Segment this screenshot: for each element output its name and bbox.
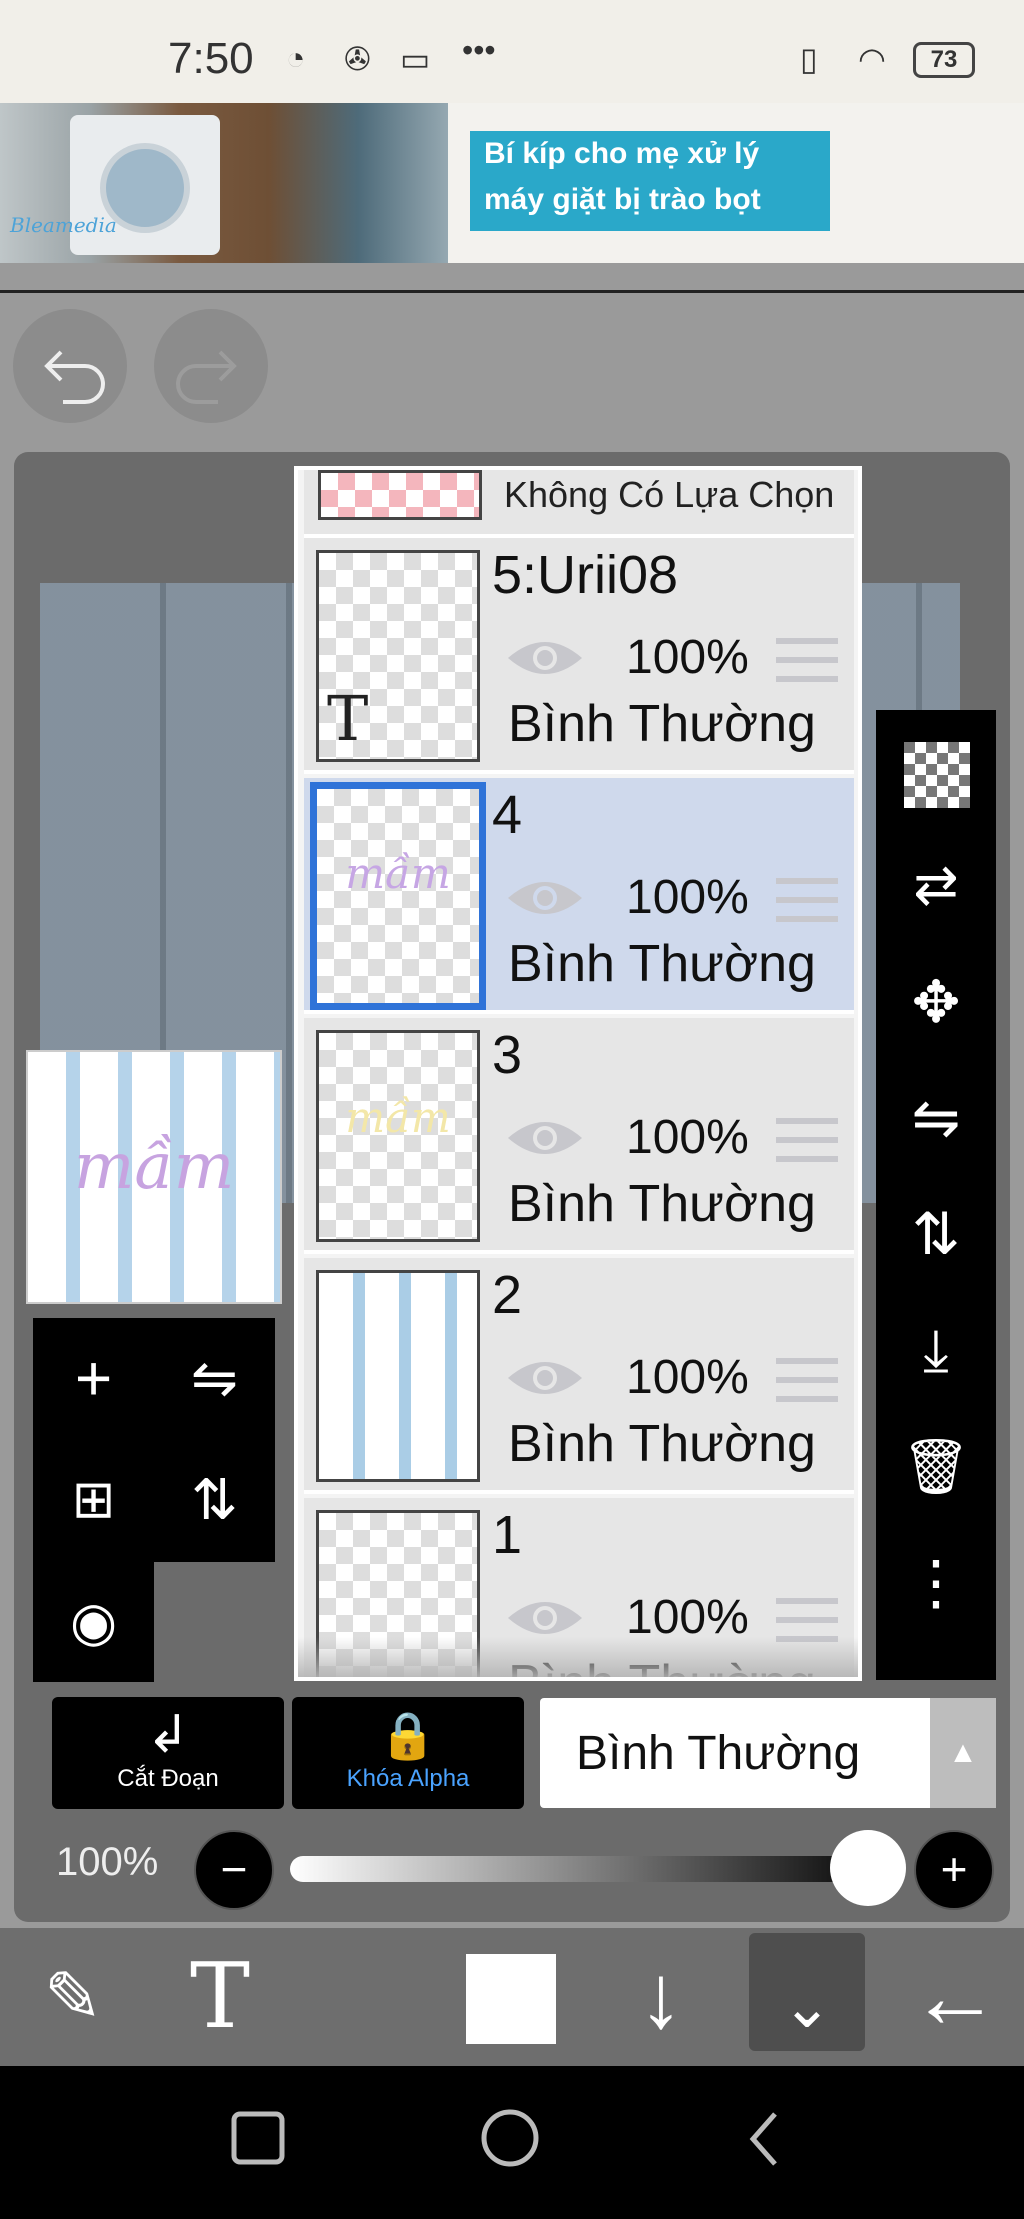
flip-vertical-icon[interactable]: ⇅	[154, 1440, 275, 1560]
list-fade	[298, 1637, 858, 1677]
increase-opacity-button[interactable]: +	[914, 1830, 994, 1910]
clip-arrow-icon: ↲	[146, 1706, 190, 1764]
alpha-lock-label: Khóa Alpha	[346, 1765, 470, 1792]
opacity-value: 100%	[56, 1840, 159, 1884]
ad-headline-line2: máy giặt bị trào bọt	[484, 183, 761, 216]
layer-name: 1	[492, 1505, 523, 1565]
color-swatch[interactable]	[466, 1954, 556, 2044]
ad-headline: Bí kíp cho mẹ xử lý máy giặt bị trào bọt	[470, 131, 830, 231]
lettering-artwork: mầm	[73, 1130, 235, 1204]
layer-thumbnail	[316, 1270, 480, 1482]
transparency-icon[interactable]	[904, 742, 970, 808]
clipping-button[interactable]: ↲ Cắt Đoạn	[52, 1697, 284, 1809]
flip-vertical-icon[interactable]: ⇅	[876, 1200, 996, 1270]
visibility-eye-icon[interactable]	[504, 1594, 586, 1642]
wifi-icon: ◠	[858, 41, 886, 77]
redo-icon	[176, 350, 237, 404]
text-tool-icon[interactable]: T	[160, 1942, 280, 2052]
layer-blend-mode: Bình Thường	[508, 1415, 816, 1473]
layer-opacity: 100%	[626, 631, 749, 684]
layer-thumbnail: mầm	[316, 1030, 480, 1242]
camera-icon[interactable]: ◉	[33, 1562, 154, 1682]
layer-opacity: 100%	[626, 871, 749, 924]
brush-eraser-swap-icon[interactable]: ✎	[18, 1942, 128, 2052]
layer-row[interactable]: mầm 3 100% Bình Thường	[304, 1018, 854, 1254]
layer-tools: + ⇋ ⊞ ⇅	[33, 1318, 275, 1562]
move-icon[interactable]: ✥	[876, 968, 996, 1038]
redo-button[interactable]	[154, 309, 268, 423]
messenger-icon: ◔	[286, 40, 306, 76]
layer-blend-mode: Bình Thường	[508, 695, 816, 753]
drag-handle-icon[interactable]	[776, 1118, 838, 1162]
duplicate-layer-icon[interactable]: ⊞	[33, 1440, 154, 1560]
visibility-eye-icon[interactable]	[504, 1114, 586, 1162]
recent-apps-icon[interactable]	[230, 2110, 286, 2166]
more-vertical-icon[interactable]: ⋮	[876, 1548, 996, 1618]
selection-row[interactable]: Không Có Lựa Chọn	[304, 470, 854, 538]
ad-banner[interactable]: Bleamedia Bí kíp cho mẹ xử lý máy giặt b…	[0, 103, 1024, 263]
battery-icon: 73	[913, 42, 975, 78]
merge-down-icon[interactable]: ⤓	[876, 1316, 996, 1386]
drag-handle-icon[interactable]	[776, 878, 838, 922]
layer-thumbnail: mầm	[310, 782, 486, 1010]
back-icon[interactable]	[745, 2110, 785, 2168]
lettering-artwork: mầm	[345, 849, 451, 898]
drag-handle-icon[interactable]	[776, 1358, 838, 1402]
lock-alpha-icon: 🔒	[379, 1709, 437, 1761]
selection-thumbnail	[318, 470, 482, 520]
layer-row[interactable]: T 5:Urii08 100% Bình Thường	[304, 538, 854, 774]
more-dots-icon: •••	[462, 32, 496, 68]
text-layer-icon: T	[327, 682, 369, 755]
alpha-lock-button[interactable]: 🔒 Khóa Alpha	[292, 1697, 524, 1809]
undo-icon	[44, 350, 105, 404]
ad-brand: Bleamedia	[10, 213, 117, 237]
flip-horizontal-icon[interactable]: ⇋	[154, 1318, 275, 1438]
layer-actions-toolbar: ⇄ ✥ ⇋ ⇅ ⤓ 🗑 ⋮	[876, 710, 996, 1680]
ad-headline-line1: Bí kíp cho mẹ xử lý	[484, 137, 760, 170]
blend-mode-value: Bình Thường	[576, 1727, 861, 1780]
canvas-preview[interactable]: mầm	[26, 1050, 282, 1304]
undo-button[interactable]	[13, 309, 127, 423]
layer-name: 3	[492, 1025, 523, 1085]
layer-swap-icon[interactable]: ⇄	[876, 850, 996, 920]
caret-up-icon[interactable]: ▲	[930, 1698, 996, 1808]
ad-image	[0, 103, 448, 263]
layer-row-selected[interactable]: mầm 4 100% Bình Thường	[304, 778, 854, 1014]
visibility-eye-icon[interactable]	[504, 634, 586, 682]
arrow-down-icon[interactable]: ↓	[606, 1942, 716, 2052]
layer-blend-mode: Bình Thường	[508, 935, 816, 993]
flip-horizontal-icon[interactable]: ⇋	[876, 1084, 996, 1154]
drag-handle-icon[interactable]	[776, 1598, 838, 1642]
slider-handle[interactable]	[830, 1830, 906, 1906]
layer-row[interactable]: 2 100% Bình Thường	[304, 1258, 854, 1494]
layer-name: 4	[492, 785, 523, 845]
layer-opacity: 100%	[626, 1111, 749, 1164]
visibility-eye-icon[interactable]	[504, 1354, 586, 1402]
clipping-label: Cắt Đoạn	[117, 1765, 219, 1792]
back-arrow-icon[interactable]: ←	[900, 1942, 1010, 2052]
status-time: 7:50	[168, 34, 254, 83]
layer-blend-mode: Bình Thường	[508, 1175, 816, 1233]
opacity-slider[interactable]	[290, 1856, 890, 1882]
camera-tool: ◉	[33, 1562, 154, 1682]
home-icon[interactable]	[480, 2108, 540, 2168]
drag-handle-icon[interactable]	[776, 638, 838, 682]
screen-icon: ▭	[400, 41, 431, 77]
trash-icon[interactable]: 🗑	[876, 1432, 996, 1502]
game-controller-icon: ✇	[344, 41, 371, 77]
add-layer-icon[interactable]: +	[33, 1318, 154, 1438]
lettering-artwork: mầm	[345, 1093, 451, 1142]
selection-label: Không Có Lựa Chọn	[504, 474, 835, 515]
layer-opacity: 100%	[626, 1351, 749, 1404]
layer-name: 5:Urii08	[492, 545, 679, 605]
layer-name: 2	[492, 1265, 523, 1325]
vibrate-icon: ▯	[800, 41, 818, 77]
layers-panel: Không Có Lựa Chọn T 5:Urii08 100% Bình T…	[294, 466, 862, 1681]
blend-mode-select[interactable]: Bình Thường ▲	[540, 1698, 996, 1808]
double-chevron-down-icon[interactable]: ⌄	[749, 1952, 865, 2062]
decrease-opacity-button[interactable]: −	[194, 1830, 274, 1910]
layer-thumbnail: T	[316, 550, 480, 762]
visibility-eye-icon[interactable]	[504, 874, 586, 922]
